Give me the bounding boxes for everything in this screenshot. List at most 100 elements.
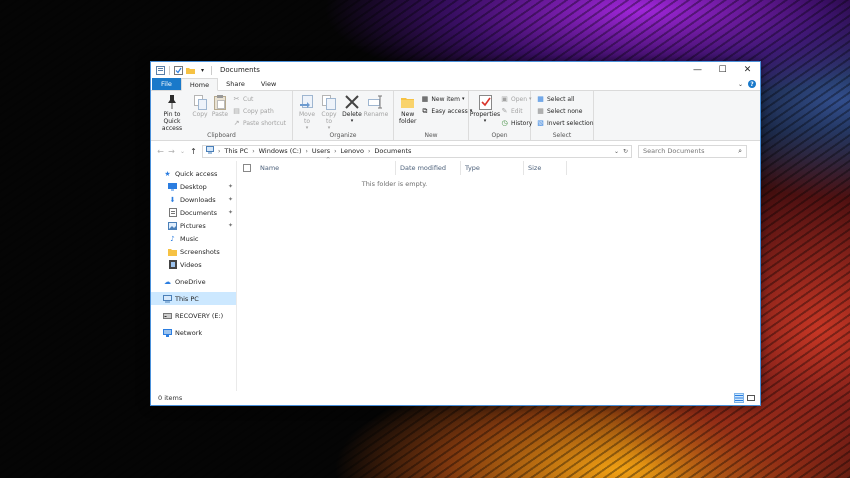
refresh-icon[interactable]: ↻ xyxy=(623,148,628,155)
file-list[interactable]: ^ Name Date modified Type Size This fold… xyxy=(237,157,760,391)
select-all-button[interactable]: ▦ Select all xyxy=(536,94,594,104)
nav-item-videos[interactable]: Videos xyxy=(151,258,236,271)
address-bar[interactable]: › This PC › Windows (C:) › Users › Lenov… xyxy=(202,144,632,158)
column-header-type[interactable]: Type xyxy=(461,161,524,175)
open-button[interactable]: ▣ Open ▾ xyxy=(500,94,532,104)
breadcrumb-separator: › xyxy=(334,147,337,155)
organize-group-label: Organize xyxy=(329,132,357,139)
sort-caret-icon: ^ xyxy=(326,157,331,163)
select-group: ▦ Select all ▦ Select none ▧ Invert selecti… xyxy=(531,91,594,140)
column-header-name[interactable]: ^ Name xyxy=(256,157,396,175)
nav-item-quick-access[interactable]: ★ Quick access xyxy=(151,167,236,180)
history-button[interactable]: ◷ History xyxy=(500,118,532,128)
details-view-icon[interactable] xyxy=(734,393,744,403)
back-arrow-icon[interactable]: ← xyxy=(155,147,166,156)
easy-access-button[interactable]: ⧉ Easy access ▾ xyxy=(420,106,472,116)
folder-icon[interactable] xyxy=(186,66,195,75)
drive-icon xyxy=(163,311,172,320)
edit-icon: ✎ xyxy=(501,107,508,115)
paste-shortcut-button[interactable]: ↗ Paste shortcut xyxy=(232,118,286,128)
recent-locations-chevron-icon[interactable]: ⌄ xyxy=(177,148,188,155)
nav-item-downloads[interactable]: ⬇ Downloads ✦ xyxy=(151,193,236,206)
edit-label: Edit xyxy=(511,107,523,115)
address-history-chevron-icon[interactable]: ⌄ xyxy=(614,148,619,155)
copy-to-button[interactable]: Copy to ▾ xyxy=(318,93,340,132)
breadcrumb-windows-c[interactable]: Windows (C:) xyxy=(259,147,302,155)
invert-selection-label: Invert selection xyxy=(547,119,594,127)
large-icons-view-icon[interactable] xyxy=(746,393,756,403)
scissors-icon: ✂ xyxy=(233,95,240,103)
tab-share[interactable]: Share xyxy=(218,78,253,90)
nav-item-pictures[interactable]: Pictures ✦ xyxy=(151,219,236,232)
move-to-button[interactable]: Move to ▾ xyxy=(296,93,318,132)
breadcrumb-separator: › xyxy=(367,147,371,155)
new-group-label: New xyxy=(424,132,438,139)
status-bar: 0 items xyxy=(151,391,760,405)
cut-button[interactable]: ✂ Cut xyxy=(232,94,286,104)
paste-shortcut-label: Paste shortcut xyxy=(243,119,286,127)
nav-item-this-pc[interactable]: This PC xyxy=(151,292,236,305)
select-small-buttons: ▦ Select all ▦ Select none ▧ Invert selecti… xyxy=(534,93,596,129)
nav-item-music[interactable]: ♪ Music xyxy=(151,232,236,245)
copy-button[interactable]: Copy xyxy=(190,93,210,118)
delete-label: Delete xyxy=(342,111,362,118)
ribbon-tabs-right: ⌄ ? xyxy=(738,78,760,90)
invert-selection-button[interactable]: ▧ Invert selection xyxy=(536,118,594,128)
tab-file[interactable]: File xyxy=(152,78,181,90)
clipboard-group-label: Clipboard xyxy=(207,132,236,139)
help-icon[interactable]: ? xyxy=(748,80,756,88)
breadcrumb-documents[interactable]: Documents xyxy=(374,147,411,155)
column-header-date-modified[interactable]: Date modified xyxy=(396,161,461,175)
maximize-button[interactable]: ☐ xyxy=(710,62,735,78)
select-none-button[interactable]: ▦ Select none xyxy=(536,106,594,116)
videos-icon xyxy=(168,260,177,269)
nav-item-recovery-drive[interactable]: RECOVERY (E:) xyxy=(151,309,236,322)
paste-button[interactable]: Paste xyxy=(210,93,230,118)
nav-item-screenshots[interactable]: Screenshots xyxy=(151,245,236,258)
copy-path-label: Copy path xyxy=(243,107,274,115)
nav-item-documents[interactable]: Documents ✦ xyxy=(151,206,236,219)
pictures-icon xyxy=(168,221,177,230)
nav-item-desktop[interactable]: Desktop ✦ xyxy=(151,180,236,193)
select-all-checkbox[interactable] xyxy=(243,164,251,172)
rename-button[interactable]: Rename xyxy=(364,93,388,118)
rename-label: Rename xyxy=(363,111,389,118)
copy-path-button[interactable]: ▤ Copy path xyxy=(232,106,286,116)
column-header-size[interactable]: Size xyxy=(524,161,567,175)
properties-icon[interactable] xyxy=(156,65,165,75)
edit-button[interactable]: ✎ Edit xyxy=(500,106,532,116)
new-folder-button[interactable]: New folder xyxy=(397,93,418,125)
new-folder-icon xyxy=(400,94,416,110)
select-none-icon: ▦ xyxy=(537,107,544,115)
properties-check-icon xyxy=(477,94,493,110)
delete-button[interactable]: Delete ▾ xyxy=(340,93,364,125)
copy-path-icon: ▤ xyxy=(233,107,240,115)
close-button[interactable]: ✕ xyxy=(735,62,760,78)
search-input[interactable] xyxy=(643,147,733,155)
checkmark-icon[interactable] xyxy=(174,65,183,75)
minimize-button[interactable]: — xyxy=(685,62,710,78)
delete-x-icon xyxy=(344,94,360,110)
star-icon: ★ xyxy=(164,169,171,178)
pin-to-quick-access-button[interactable]: Pin to Quick access xyxy=(154,93,190,132)
search-icon[interactable]: ⌕ xyxy=(738,147,742,156)
select-none-label: Select none xyxy=(547,107,583,115)
copy-label: Copy xyxy=(192,111,208,118)
forward-arrow-icon[interactable]: → xyxy=(166,147,177,156)
easy-access-label: Easy access xyxy=(431,107,468,115)
tab-home[interactable]: Home xyxy=(180,78,219,91)
nav-label: Desktop xyxy=(180,182,207,191)
breadcrumb-lenovo[interactable]: Lenovo xyxy=(341,147,364,155)
tab-view[interactable]: View xyxy=(253,78,284,90)
up-arrow-icon[interactable]: ↑ xyxy=(188,147,199,156)
expand-ribbon-chevron-icon[interactable]: ⌄ xyxy=(738,81,743,88)
nav-item-network[interactable]: Network xyxy=(151,326,236,339)
breadcrumb-this-pc[interactable]: This PC xyxy=(224,147,248,155)
properties-button[interactable]: Properties ▾ xyxy=(469,93,501,125)
new-item-button[interactable]: ▦ New item ▾ xyxy=(420,94,472,104)
search-box[interactable]: ⌕ xyxy=(638,144,747,158)
nav-item-onedrive[interactable]: ☁ OneDrive xyxy=(151,275,236,288)
properties-label: Properties xyxy=(469,111,501,118)
customize-qat-dropdown-icon[interactable]: ▾ xyxy=(198,66,207,75)
breadcrumb-users[interactable]: Users xyxy=(312,147,330,155)
